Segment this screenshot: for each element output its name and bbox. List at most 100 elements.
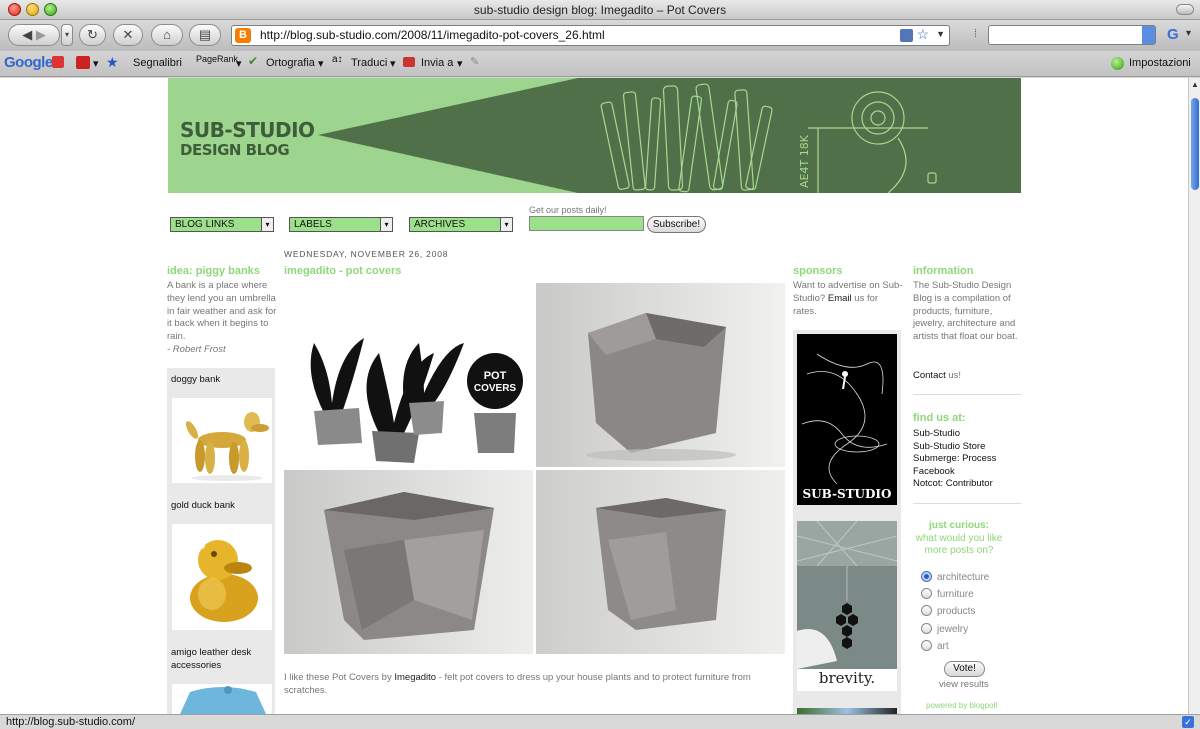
pot-cover-photo-2[interactable]	[284, 470, 533, 654]
google-logo[interactable]: Google	[4, 54, 53, 71]
translate-button[interactable]: Traduci	[351, 57, 387, 69]
imegadito-link[interactable]: Imegadito	[394, 672, 436, 683]
spelling-button[interactable]: Ortografia	[266, 57, 315, 69]
send-button[interactable]: Invia a	[421, 57, 453, 69]
url-text[interactable]: http://blog.sub-studio.com/2008/11/imega…	[260, 28, 605, 42]
back-forward-button-group[interactable]: ◀ ▶	[8, 24, 60, 46]
blog-links-select[interactable]: BLOG LINKS ▾	[170, 217, 274, 232]
poll-option-label: architecture	[937, 572, 990, 583]
pot-covers-photo-plants[interactable]: POT COVERS	[284, 283, 533, 467]
post-title[interactable]: imegadito - pot covers	[284, 265, 401, 277]
contact-link[interactable]: Contact	[913, 370, 946, 381]
scroll-up-arrow-icon[interactable]: ▲	[1191, 80, 1199, 89]
minimize-window-button[interactable]	[26, 3, 39, 16]
back-arrow-icon[interactable]: ◀	[22, 27, 32, 42]
youtube-icon[interactable]	[76, 56, 90, 69]
search-engine-menu-icon[interactable]: ▾	[1186, 28, 1191, 39]
rss-feed-icon[interactable]	[900, 29, 913, 42]
reload-button[interactable]: ↻	[79, 24, 106, 46]
blog-logo[interactable]: SUB-STUDIO DESIGN BLOG	[180, 120, 315, 160]
star-icon[interactable]: ★	[106, 54, 119, 71]
subscribe-email-input[interactable]	[529, 216, 644, 231]
scrollbar-thumb[interactable]	[1191, 98, 1199, 190]
highlighter-icon[interactable]: ✎	[470, 55, 479, 68]
poll-heading: just curious: what would you like more p…	[913, 520, 1005, 558]
status-bar: http://blog.sub-studio.com/ ✓	[0, 714, 1200, 729]
forward-arrow-icon[interactable]: ▶	[36, 27, 46, 42]
navigation-toolbar: ◀ ▶ ▾ ↻ ✕ ⌂ ▤ B http://blog.sub-studio.c…	[0, 21, 1200, 51]
sub-studio-ad[interactable]: SUB-STUDIO	[797, 334, 897, 505]
resize-handle-icon[interactable]: ⁞	[974, 28, 977, 40]
find-link-notcot[interactable]: Notcot: Contributor	[913, 478, 996, 491]
blog-header-banner[interactable]: AE4T 18K SUB-STUDIO DESIGN BLOG	[168, 78, 1021, 193]
balloon-dog-illustration	[185, 412, 269, 481]
search-input[interactable]	[988, 25, 1156, 45]
sponsors-heading: sponsors	[793, 265, 843, 277]
amigo-leather-link[interactable]: amigo leather desk accessories	[171, 647, 275, 672]
toolbar-toggle-button[interactable]	[1176, 4, 1194, 15]
poll-option-products[interactable]: products	[921, 605, 975, 617]
blue-leather-illustration	[180, 686, 266, 714]
sponsors-text: Want to advertise on Sub-Studio? Email u…	[793, 280, 903, 318]
doggy-bank-image[interactable]	[172, 398, 272, 483]
spelling-dropdown-icon[interactable]: ▾	[318, 57, 324, 70]
amigo-leather-image[interactable]	[172, 684, 272, 714]
pagerank-dropdown-icon[interactable]: ▾	[236, 57, 242, 70]
radio-icon[interactable]	[921, 605, 932, 616]
pagerank-button[interactable]: PageRank	[196, 54, 238, 64]
labels-select[interactable]: LABELS ▾	[289, 217, 393, 232]
history-dropdown[interactable]: ▾	[61, 24, 73, 46]
url-dropdown-icon[interactable]: ▼	[936, 29, 945, 39]
radio-icon[interactable]	[921, 623, 932, 634]
vote-button[interactable]: Vote!	[944, 661, 985, 677]
translate-dropdown-icon[interactable]: ▾	[390, 57, 396, 70]
information-text: The Sub-Studio Design Blog is a compilat…	[913, 280, 1018, 343]
idea-quote: A bank is a place where they lend you an…	[167, 280, 277, 343]
reload-icon: ↻	[87, 27, 98, 42]
find-link-facebook[interactable]: Facebook	[913, 466, 996, 479]
poll-option-furniture[interactable]: furniture	[921, 588, 974, 600]
pot-cover-photo-3[interactable]	[536, 470, 785, 654]
bookmark-star-icon[interactable]: ☆	[916, 26, 929, 43]
blogpoll-credit-link[interactable]: powered by blogpoll	[926, 701, 997, 710]
radio-selected-icon[interactable]	[921, 571, 932, 582]
find-link-sub-studio[interactable]: Sub-Studio	[913, 428, 996, 441]
youtube-dropdown-icon[interactable]: ▾	[93, 57, 99, 70]
view-results-link[interactable]: view results	[939, 679, 989, 690]
zoom-window-button[interactable]	[44, 3, 57, 16]
chevron-down-icon: ▾	[380, 218, 392, 231]
gold-duck-bank-link[interactable]: gold duck bank	[171, 500, 235, 511]
radio-icon[interactable]	[921, 640, 932, 651]
find-link-store[interactable]: Sub-Studio Store	[913, 441, 996, 454]
page-viewport: AE4T 18K SUB-STUDIO DESIGN BLOG BLOG LIN…	[0, 78, 1188, 714]
home-button[interactable]: ⌂	[151, 24, 183, 46]
send-dropdown-icon[interactable]: ▾	[457, 57, 463, 70]
status-check-icon[interactable]: ✓	[1182, 716, 1194, 728]
close-window-button[interactable]	[8, 3, 21, 16]
email-link[interactable]: Email	[828, 293, 852, 304]
radio-icon[interactable]	[921, 588, 932, 599]
google-search-icon[interactable]: G	[1167, 26, 1179, 43]
bookmark-add-button[interactable]: ▤	[189, 24, 221, 46]
find-link-submerge[interactable]: Submerge: Process	[913, 453, 996, 466]
settings-status-icon	[1111, 57, 1124, 70]
settings-button[interactable]: Impostazioni	[1129, 57, 1191, 69]
bookmarks-menu[interactable]: Segnalibri	[133, 57, 182, 69]
gold-duck-bank-image[interactable]	[172, 524, 272, 630]
stop-button[interactable]: ✕	[113, 24, 143, 46]
pot-covers-label-line-1: POT	[484, 370, 507, 382]
poll-option-art[interactable]: art	[921, 640, 949, 652]
subscribe-button[interactable]: Subscribe!	[647, 216, 706, 233]
archives-select[interactable]: ARCHIVES ▾	[409, 217, 513, 232]
url-bar[interactable]: B http://blog.sub-studio.com/2008/11/ime…	[231, 25, 950, 46]
vertical-scrollbar[interactable]: ▲	[1188, 78, 1200, 714]
blogger-favicon-icon: B	[235, 28, 251, 43]
poll-option-jewelry[interactable]: jewelry	[921, 623, 968, 635]
pot-cover-photo-1[interactable]	[536, 283, 785, 467]
translate-icon: a↕	[332, 54, 343, 65]
poll-option-architecture[interactable]: architecture	[921, 571, 989, 583]
doggy-bank-link[interactable]: doggy bank	[171, 374, 220, 385]
search-engine-dropdown[interactable]	[1142, 26, 1155, 44]
brevity-ad[interactable]: brevity.	[797, 521, 897, 691]
mail-icon[interactable]	[52, 56, 64, 68]
